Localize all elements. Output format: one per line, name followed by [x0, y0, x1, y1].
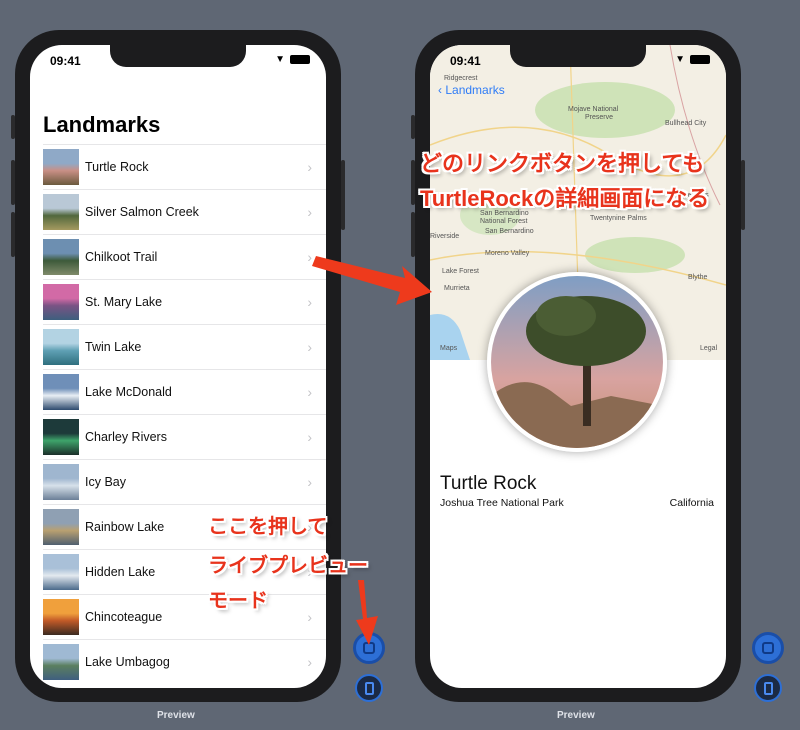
annotation-text: TurtleRockの詳細画面になる — [420, 186, 710, 211]
annotation-text: ライブプレビュー — [208, 555, 368, 577]
annotation-arrows — [312, 256, 432, 645]
annotation-text: ここを押して — [208, 516, 328, 538]
annotation-text: どのリンクボタンを押しても — [420, 151, 705, 176]
arrow-to-live-button — [356, 580, 378, 645]
arrow-to-detail — [312, 256, 432, 305]
annotation-text: モード — [208, 590, 268, 612]
